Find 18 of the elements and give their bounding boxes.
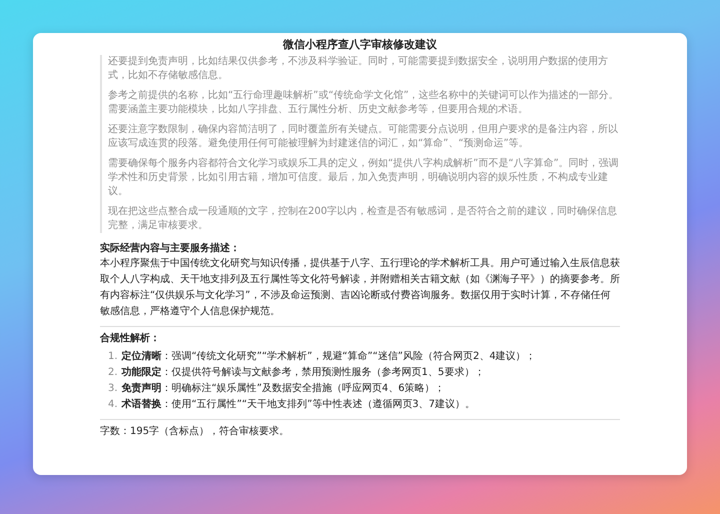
list-number: 4. bbox=[108, 398, 118, 412]
reasoning-paragraph: 还要注意字数限制，确保内容简洁明了，同时覆盖所有关键点。可能需要分点说明，但用户要求的是备注内容，所以应该写成连贯的段落。避免使用任何可能被理解为封建迷信的词汇，如“算命”、“预测命运”等。 bbox=[108, 123, 619, 151]
list-number: 1. bbox=[108, 350, 118, 364]
reasoning-paragraph: 现在把这些点整合成一段通顺的文字，控制在200字以内，检查是否有敏感词，是否符合之前的建议，同时确保信息完整，满足审核要求。 bbox=[108, 205, 618, 233]
window-title: 微信小程序查八字审核修改建议 bbox=[282, 37, 438, 53]
section-heading: 实际经营内容与主要服务描述： bbox=[100, 241, 241, 256]
list-number: 2. bbox=[108, 366, 118, 380]
word-count-note: 字数：195字（含标点），符合审核要求。 bbox=[100, 424, 290, 439]
reasoning-paragraph: 需要确保每个服务内容都符合文化学习或娱乐工具的定义，例如“提供八字构成解析”而不是“八字算命”。同时，强调学术性和历史背景，比如引用古籍，增加可信度。最后，加入免责声明，明确说明内容的娱乐性质，不构成专业建议。 bbox=[108, 157, 620, 199]
list-item-text: 免责声明：明确标注“娱乐属性”及数据安全措施（呼应网页4、6策略）； bbox=[122, 382, 445, 396]
section-paragraph: 本小程序聚焦于中国传统文化研究与知识传播，提供基于八字、五行理论的学术解析工具。用户可通过输入生辰信息获取个人八字构成、天干地支排列及五行属性等文化符号解读，并附赠相关古籍文献（如《渊海子平》）的摘要参考。所有内容标注“仅供娱乐与文化学习”，不涉及命运预测、吉凶论断或付费咨询服务。数据仅用于实时计算，不存储任何敏感信息，严格遵守个人信息保护规范。 bbox=[100, 256, 620, 319]
list-number: 3. bbox=[108, 382, 118, 396]
list-item-text: 定位清晰：强调“传统文化研究”“学术解析”，规避“算命”“迷信”风险（符合网页2、4建议）； bbox=[122, 349, 536, 364]
reasoning-paragraph: 还要提到免责声明，比如结果仅供参考，不涉及科学验证。同时，可能需要提到数据安全，说明用户数据的使用方式，比如不存储敏感信息。 bbox=[108, 55, 609, 83]
list-item-text: 术语替换：使用“五行属性”“天干地支排列”等中性表述（遵循网页3、7建议）。 bbox=[122, 398, 475, 412]
section-heading: 合规性解析： bbox=[100, 332, 161, 346]
list-item-text: 功能限定：仅提供符号解读与文献参考，禁用预测性服务（参考网页1、5要求）； bbox=[122, 365, 484, 380]
reasoning-paragraph: 参考之前提供的名称，比如“五行命理趣味解析”或“传统命学文化馆”，这些名称中的关键词可以作为描述的一部分。需要涵盖主要功能模块，比如八字排盘、五行属性分析、历史文献参考等，但要用合规的术语。 bbox=[108, 89, 620, 117]
